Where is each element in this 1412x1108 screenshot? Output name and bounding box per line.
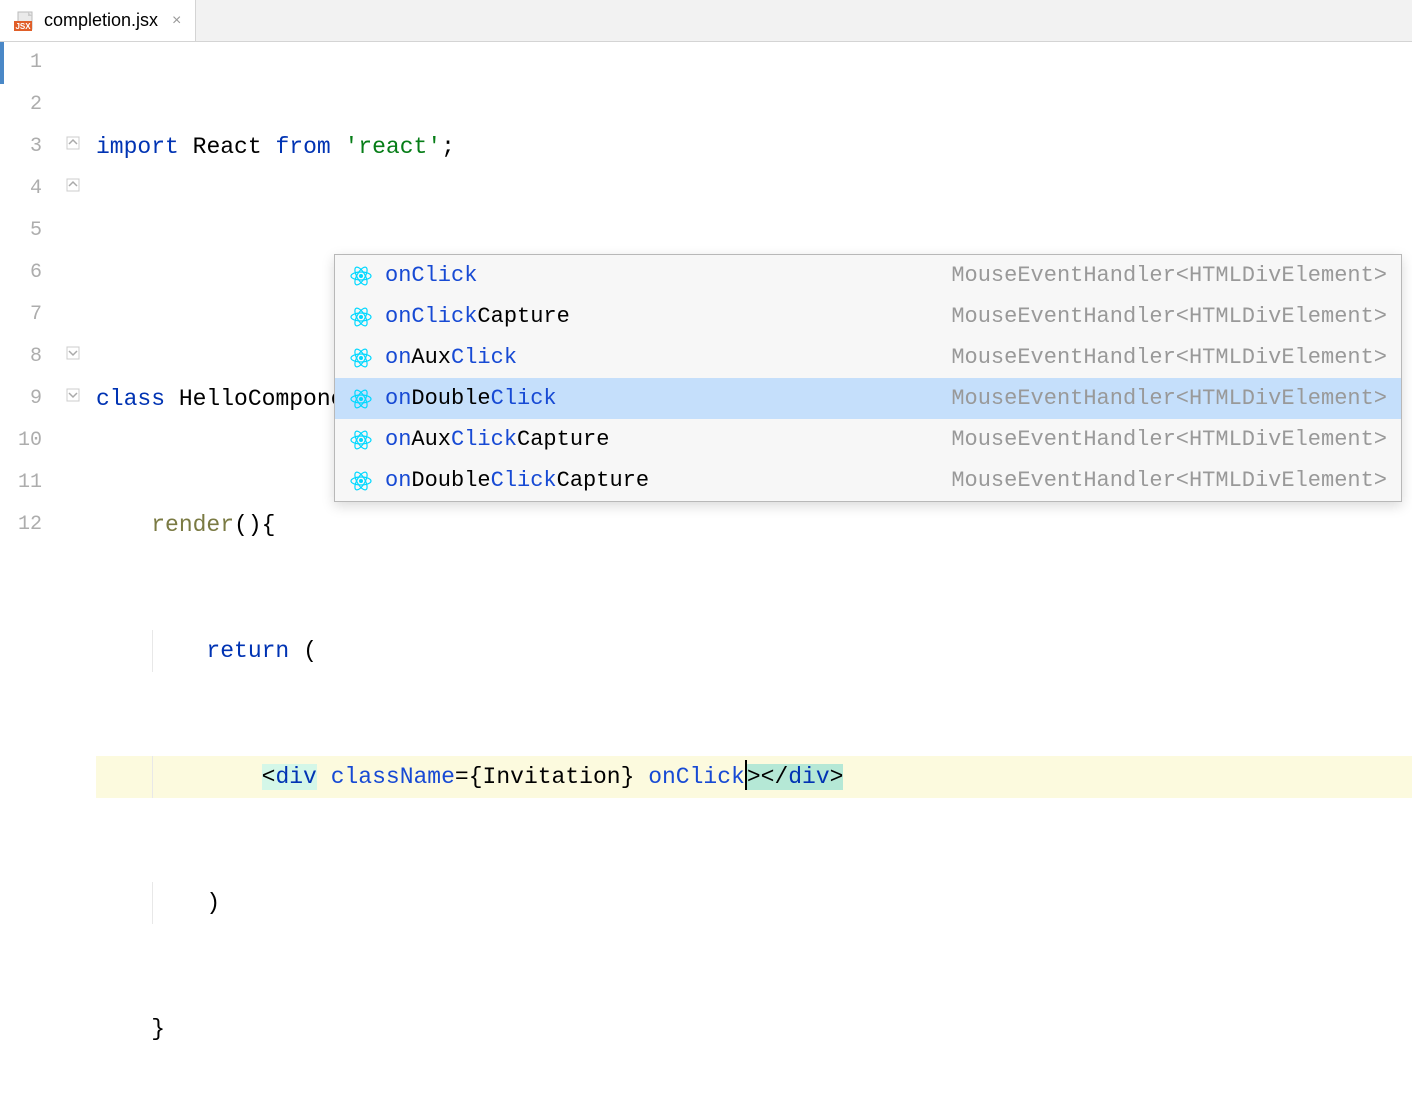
code-editor[interactable]: 1 2 3 4 5 6 7 8 9 10 11 12 import React … bbox=[0, 42, 1412, 1108]
completion-name: onAuxClick bbox=[385, 345, 517, 370]
line-number: 9 bbox=[0, 378, 42, 420]
completion-popup: onClick MouseEventHandler<HTMLDivElement… bbox=[334, 254, 1402, 502]
code-line: } bbox=[96, 1008, 1412, 1050]
line-number: 5 bbox=[0, 210, 42, 252]
line-number: 6 bbox=[0, 252, 42, 294]
react-icon bbox=[349, 346, 373, 370]
close-icon[interactable]: × bbox=[172, 12, 181, 30]
code-line-active: <div className={Invitation} onClick></di… bbox=[96, 756, 1412, 798]
completion-type: MouseEventHandler<HTMLDivElement> bbox=[489, 263, 1387, 288]
fold-open-icon[interactable] bbox=[66, 178, 80, 197]
jsx-file-icon: JSX bbox=[14, 11, 36, 31]
fold-open-icon[interactable] bbox=[66, 136, 80, 155]
completion-item[interactable]: onClick MouseEventHandler<HTMLDivElement… bbox=[335, 255, 1401, 296]
completion-item[interactable]: onAuxClick MouseEventHandler<HTMLDivElem… bbox=[335, 337, 1401, 378]
line-number: 10 bbox=[0, 420, 42, 462]
line-gutter: 1 2 3 4 5 6 7 8 9 10 11 12 bbox=[0, 42, 60, 1108]
react-icon bbox=[349, 469, 373, 493]
completion-item-selected[interactable]: onDoubleClick MouseEventHandler<HTMLDivE… bbox=[335, 378, 1401, 419]
completion-item[interactable]: onClickCapture MouseEventHandler<HTMLDiv… bbox=[335, 296, 1401, 337]
completion-item[interactable]: onAuxClickCapture MouseEventHandler<HTML… bbox=[335, 419, 1401, 460]
completion-name: onDoubleClick bbox=[385, 386, 557, 411]
react-icon bbox=[349, 428, 373, 452]
modified-marker bbox=[0, 42, 4, 84]
code-line: return ( bbox=[96, 630, 1412, 672]
fold-close-icon[interactable] bbox=[66, 346, 80, 365]
line-number: 4 bbox=[0, 168, 42, 210]
completion-type: MouseEventHandler<HTMLDivElement> bbox=[621, 427, 1387, 452]
fold-column bbox=[60, 42, 96, 1108]
react-icon bbox=[349, 387, 373, 411]
react-icon bbox=[349, 264, 373, 288]
file-tab[interactable]: JSX completion.jsx × bbox=[0, 0, 196, 41]
line-number: 12 bbox=[0, 504, 42, 546]
tab-filename: completion.jsx bbox=[44, 10, 158, 31]
svg-text:JSX: JSX bbox=[15, 22, 31, 31]
text-caret bbox=[745, 760, 747, 790]
completion-name: onAuxClickCapture bbox=[385, 427, 609, 452]
completion-type: MouseEventHandler<HTMLDivElement> bbox=[661, 468, 1387, 493]
code-line: ) bbox=[96, 882, 1412, 924]
completion-item[interactable]: onDoubleClickCapture MouseEventHandler<H… bbox=[335, 460, 1401, 501]
line-number: 11 bbox=[0, 462, 42, 504]
line-number: 3 bbox=[0, 126, 42, 168]
completion-type: MouseEventHandler<HTMLDivElement> bbox=[569, 386, 1387, 411]
completion-type: MouseEventHandler<HTMLDivElement> bbox=[582, 304, 1387, 329]
fold-close-icon[interactable] bbox=[66, 388, 80, 407]
line-number: 8 bbox=[0, 336, 42, 378]
completion-name: onDoubleClickCapture bbox=[385, 468, 649, 493]
code-line: import React from 'react'; bbox=[96, 126, 1412, 168]
completion-type: MouseEventHandler<HTMLDivElement> bbox=[529, 345, 1387, 370]
line-number: 1 bbox=[0, 42, 42, 84]
code-line: render(){ bbox=[96, 504, 1412, 546]
line-number: 7 bbox=[0, 294, 42, 336]
tab-bar: JSX completion.jsx × bbox=[0, 0, 1412, 42]
react-icon bbox=[349, 305, 373, 329]
completion-name: onClickCapture bbox=[385, 304, 570, 329]
completion-name: onClick bbox=[385, 263, 477, 288]
line-number: 2 bbox=[0, 84, 42, 126]
code-area[interactable]: import React from 'react'; class HelloCo… bbox=[96, 42, 1412, 1108]
